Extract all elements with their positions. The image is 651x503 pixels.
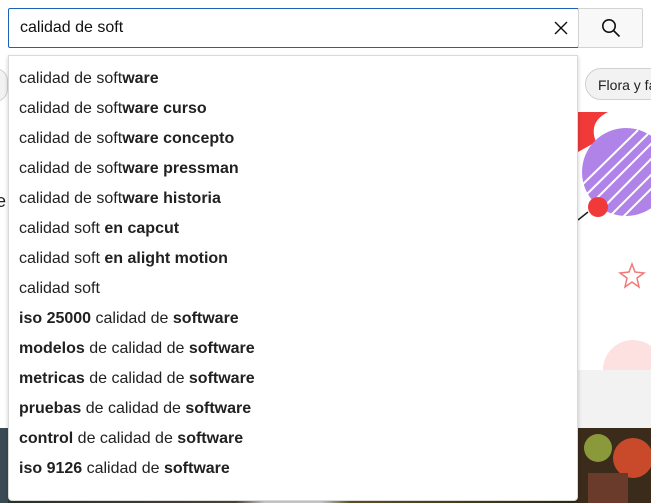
suggestion-item[interactable]: pruebas de calidad de software <box>9 394 577 424</box>
suggestion-item[interactable]: calidad de software <box>9 64 577 94</box>
search-input[interactable] <box>9 9 539 47</box>
video-thumbnail-art[interactable] <box>578 112 651 370</box>
search-suggestions-dropdown: calidad de software calidad de software … <box>8 55 578 501</box>
close-icon <box>554 21 568 35</box>
suggestion-item[interactable]: control de calidad de software <box>9 424 577 454</box>
suggestion-item[interactable]: modelos de calidad de software <box>9 334 577 364</box>
category-chip-left[interactable] <box>0 68 8 102</box>
suggestion-item[interactable]: calidad de software curso <box>9 94 577 124</box>
category-chip-flora[interactable]: Flora y fa <box>585 68 651 100</box>
suggestion-item[interactable]: calidad de software pressman <box>9 154 577 184</box>
video-thumbnail-bottom[interactable] <box>578 428 651 503</box>
suggestion-item[interactable]: calidad de software historia <box>9 184 577 214</box>
suggestion-item[interactable]: calidad soft <box>9 274 577 304</box>
suggestion-item[interactable]: iso 9126 calidad de software <box>9 454 577 484</box>
suggestion-item[interactable]: calidad soft en capcut <box>9 214 577 244</box>
search-box <box>8 8 579 48</box>
suggestion-item[interactable]: iso 25000 calidad de software <box>9 304 577 334</box>
suggestion-item[interactable]: calidad de software concepto <box>9 124 577 154</box>
clear-search-button[interactable] <box>547 14 575 42</box>
background-text-fragment: e <box>0 191 7 211</box>
suggestion-item[interactable]: calidad soft en alight motion <box>9 244 577 274</box>
background-panel <box>578 370 651 428</box>
search-button[interactable] <box>578 8 643 48</box>
search-icon <box>601 19 620 38</box>
background-thumbnail-edge <box>0 428 8 503</box>
suggestion-item[interactable]: metricas de calidad de software <box>9 364 577 394</box>
